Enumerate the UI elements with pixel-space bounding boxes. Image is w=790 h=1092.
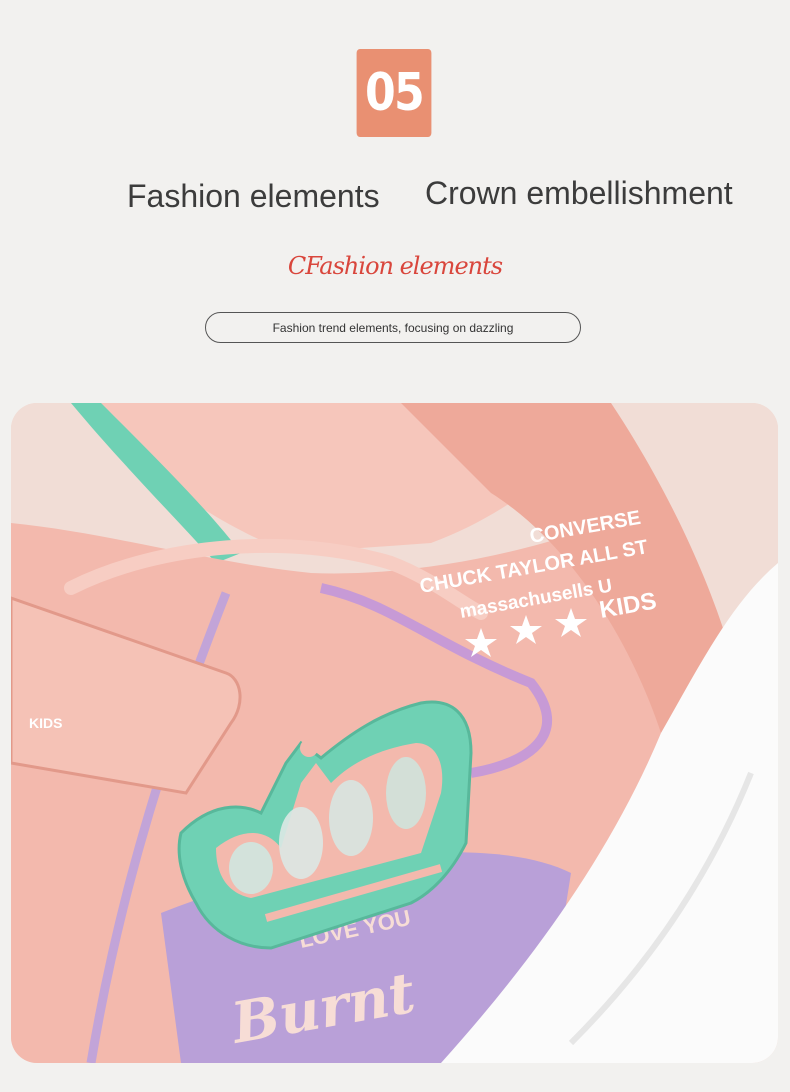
shoe-closeup-illustration: CONVERSE CHUCK TAYLOR ALL ST massachusel…	[11, 403, 778, 1063]
script-subtitle: CFashion elements	[287, 252, 503, 280]
description-pill: Fashion trend elements, focusing on dazz…	[205, 312, 581, 343]
section-number-badge: 05	[356, 49, 432, 137]
product-photo: CONVERSE CHUCK TAYLOR ALL ST massachusel…	[11, 403, 778, 1063]
description-text: Fashion trend elements, focusing on dazz…	[272, 320, 514, 335]
crown-gem-2	[279, 807, 323, 879]
print-kids-left: KIDS	[29, 715, 62, 731]
crown-top-jewel	[300, 739, 318, 757]
heading-crown-embellishment: Crown embellishment	[425, 175, 733, 211]
crown-gem-4	[386, 757, 426, 829]
crown-gem-1	[229, 842, 273, 894]
heading-fashion-elements: Fashion elements	[127, 178, 380, 214]
crown-gem-3	[329, 780, 373, 856]
